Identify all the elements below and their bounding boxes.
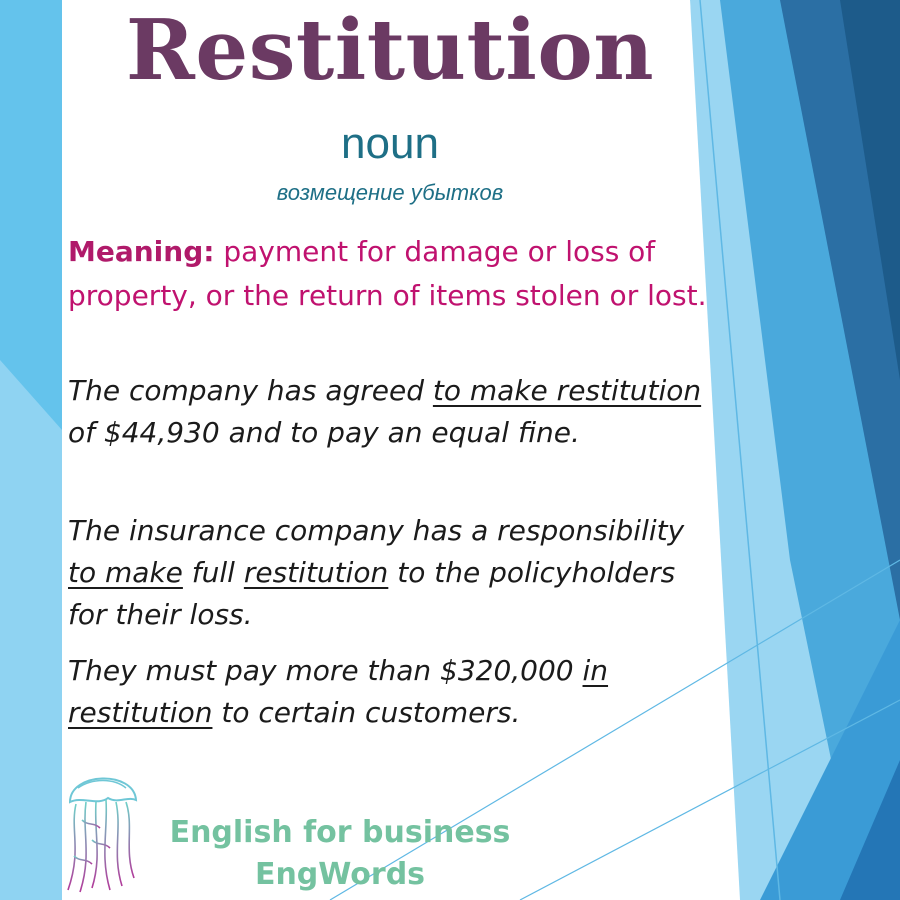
jellyfish-logo-icon <box>67 777 138 893</box>
sentence-text: to certain customers. <box>212 696 521 729</box>
sentence-text: The company has agreed <box>68 374 433 407</box>
part-of-speech: noun <box>341 119 439 168</box>
sentence-text: of $44,930 and to pay an equal fine. <box>68 416 580 449</box>
example-sentence-1: The company has agreed to make restituti… <box>68 370 708 454</box>
flashcard: Restitution noun возмещение убытков Mean… <box>0 0 900 900</box>
underlined-phrase: restitution <box>243 556 389 589</box>
word-title: Restitution <box>125 1 655 99</box>
brand-name: English for business EngWords <box>160 812 520 896</box>
translation: возмещение убытков <box>276 180 504 205</box>
meaning-label: Meaning: <box>68 235 215 268</box>
meaning: Meaning: payment for damage or loss of p… <box>68 230 718 318</box>
sentence-text: The insurance company has a responsibili… <box>68 514 685 547</box>
example-sentence-3: They must pay more than $320,000 in rest… <box>68 650 708 734</box>
underlined-phrase: to make <box>68 556 183 589</box>
example-sentence-2: The insurance company has a responsibili… <box>68 510 708 636</box>
brand-line-1: English for business <box>169 815 511 850</box>
sentence-text: They must pay more than $320,000 <box>68 654 583 687</box>
sentence-text: full <box>182 556 244 589</box>
underlined-phrase: to make restitution <box>432 374 702 407</box>
brand-line-2: EngWords <box>254 857 426 892</box>
